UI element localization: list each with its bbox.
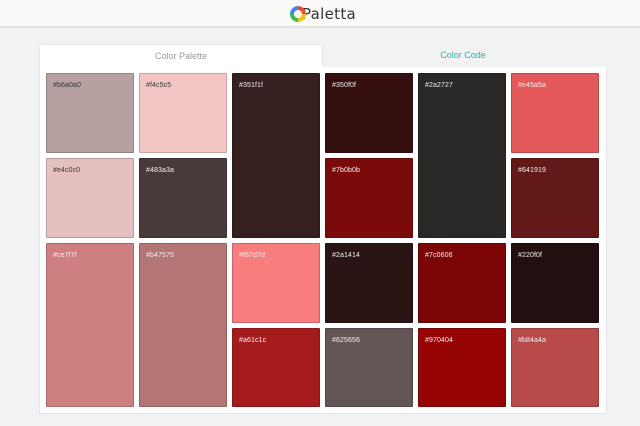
palette-panel: #b6a0a0 #f4c5c5 #351f1f #350f0f #2a2727 … [39,67,607,414]
tab-color-palette[interactable]: Color Palette [39,44,323,69]
color-swatch-970404[interactable]: #970404 [418,328,506,407]
color-swatch-641919[interactable]: #641919 [511,158,599,238]
swatch-hex-label: #b6a0a0 [53,82,81,89]
palette-logo-icon [290,6,306,22]
swatch-hex-label: #625656 [332,337,360,344]
color-swatch-f87d7d[interactable]: #f87d7d [232,243,320,323]
swatch-hex-label: #a61c1c [239,337,267,344]
logo-text: Paletta [302,5,357,23]
color-swatch-e4c0c0[interactable]: #e4c0c0 [46,158,134,238]
color-swatch-2a2727[interactable]: #2a2727 [418,73,506,238]
color-swatch-b84a4a[interactable]: #b84a4a [511,328,599,407]
swatch-hex-label: #970404 [425,337,453,344]
color-swatch-a61c1c[interactable]: #a61c1c [232,328,320,407]
swatch-hex-label: #641919 [518,167,546,174]
swatch-hex-label: #b47575 [146,252,174,259]
app-header: Paletta [0,0,640,27]
color-swatch-e45a5a[interactable]: #e45a5a [511,73,599,153]
color-swatch-ce7f7f[interactable]: #ce7f7f [46,243,134,407]
swatch-hex-label: #7b0b0b [332,167,360,174]
swatch-hex-label: #ce7f7f [53,252,77,259]
tab-color-code[interactable]: Color Code [322,44,604,68]
swatch-hex-label: #e45a5a [518,82,546,89]
swatch-hex-label: #f87d7d [239,252,266,259]
swatch-hex-label: #483a3a [146,167,174,174]
color-swatch-350f0f[interactable]: #350f0f [325,73,413,153]
color-swatch-b47575[interactable]: #b47575 [139,243,227,407]
color-swatch-f4c5c5[interactable]: #f4c5c5 [139,73,227,153]
color-swatch-483a3a[interactable]: #483a3a [139,158,227,238]
swatch-hex-label: #220f0f [518,252,543,259]
swatch-hex-label: #350f0f [332,82,357,89]
color-swatch-625656[interactable]: #625656 [325,328,413,407]
color-swatch-220f0f[interactable]: #220f0f [511,243,599,323]
swatch-hex-label: #2a1414 [332,252,360,259]
swatch-hex-label: #f4c5c5 [146,82,172,89]
app-logo[interactable]: Paletta [290,4,356,24]
swatch-hex-label: #b84a4a [518,337,546,344]
color-swatch-2a1414[interactable]: #2a1414 [325,243,413,323]
swatch-hex-label: #351f1f [239,82,264,89]
color-swatch-351f1f[interactable]: #351f1f [232,73,320,238]
color-swatch-b6a0a0[interactable]: #b6a0a0 [46,73,134,153]
color-swatch-7b0b0b[interactable]: #7b0b0b [325,158,413,238]
swatch-hex-label: #2a2727 [425,82,453,89]
swatch-hex-label: #7c0606 [425,252,453,259]
color-swatch-7c0606[interactable]: #7c0606 [418,243,506,323]
swatch-hex-label: #e4c0c0 [53,167,81,174]
